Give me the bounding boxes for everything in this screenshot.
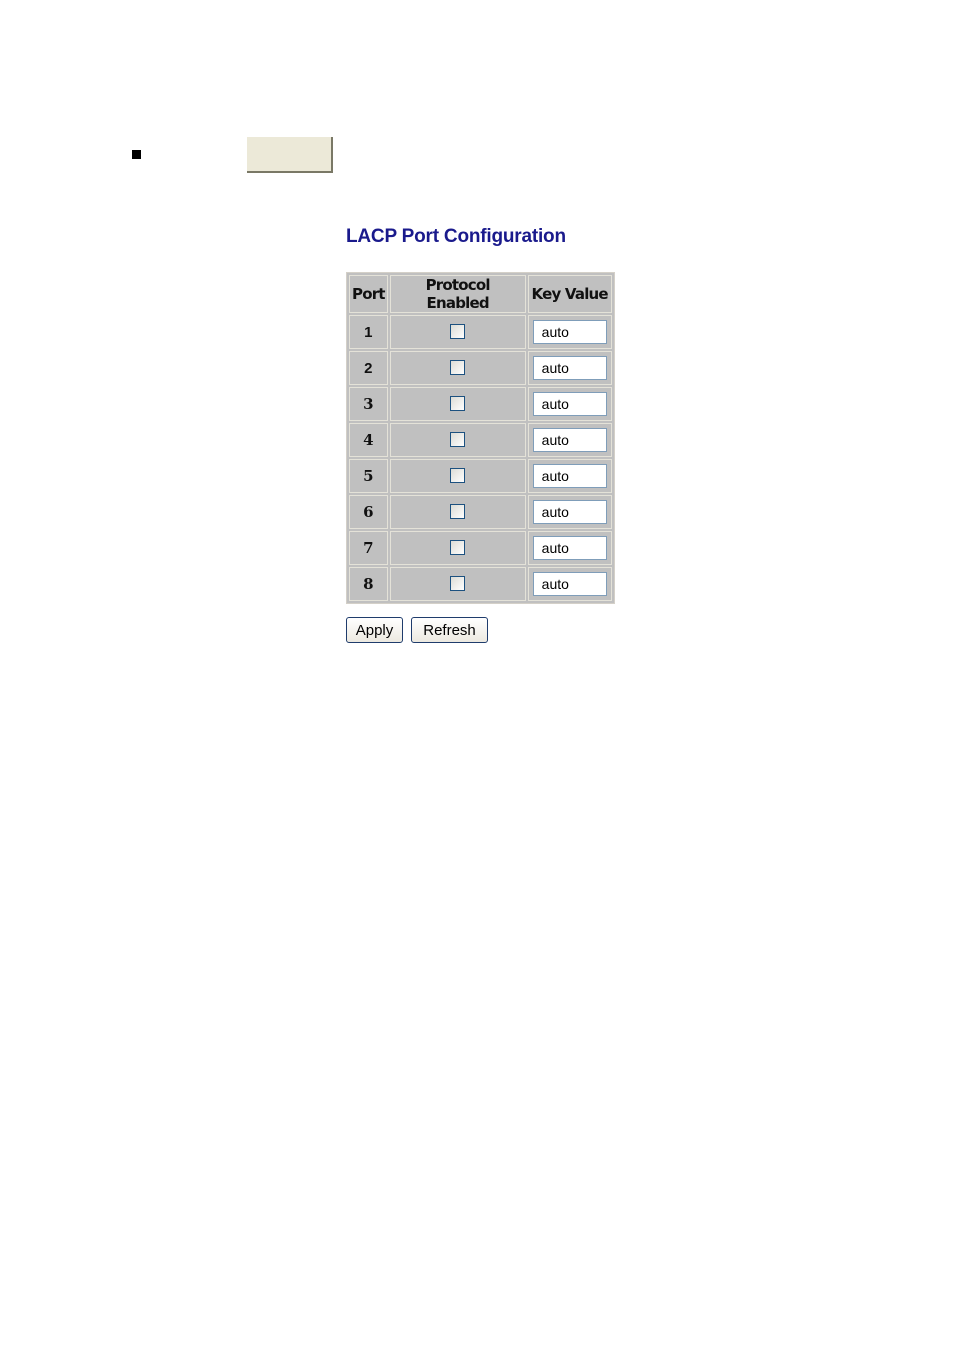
protocol-enabled-cell bbox=[389, 495, 526, 529]
square-bullet-icon bbox=[132, 150, 141, 159]
protocol-enabled-checkbox[interactable] bbox=[450, 324, 466, 340]
protocol-enabled-cell bbox=[389, 567, 526, 601]
table-row: 3 bbox=[349, 387, 612, 421]
port-number: 4 bbox=[349, 423, 388, 457]
protocol-enabled-checkbox[interactable] bbox=[450, 360, 466, 376]
protocol-enabled-cell bbox=[389, 315, 526, 349]
key-value-input[interactable] bbox=[532, 428, 607, 452]
protocol-enabled-checkbox[interactable] bbox=[450, 540, 466, 556]
key-value-cell bbox=[527, 423, 612, 457]
key-value-cell bbox=[527, 495, 612, 529]
port-number: 5 bbox=[349, 459, 388, 493]
page-title: LACP Port Configuration bbox=[346, 226, 566, 247]
key-value-input[interactable] bbox=[532, 500, 607, 524]
port-number: 8 bbox=[349, 567, 388, 601]
protocol-enabled-cell bbox=[389, 351, 526, 385]
key-value-cell bbox=[527, 459, 612, 493]
key-value-input[interactable] bbox=[532, 392, 607, 416]
key-value-input[interactable] bbox=[532, 572, 607, 596]
key-value-input[interactable] bbox=[532, 536, 607, 560]
key-value-input[interactable] bbox=[532, 320, 607, 344]
key-value-cell bbox=[527, 531, 612, 565]
header-key-value: Key Value bbox=[527, 275, 612, 313]
port-number: 7 bbox=[349, 531, 388, 565]
port-number: 3 bbox=[349, 387, 388, 421]
key-value-input[interactable] bbox=[532, 356, 607, 380]
table-row: 8 bbox=[349, 567, 612, 601]
header-protocol-enabled: Protocol Enabled bbox=[389, 275, 526, 313]
table-row: 1 bbox=[349, 315, 612, 349]
header-port: Port bbox=[349, 275, 388, 313]
table-header-row: Port Protocol Enabled Key Value bbox=[349, 275, 612, 313]
table-row: 2 bbox=[349, 351, 612, 385]
table-row: 7 bbox=[349, 531, 612, 565]
table-row: 6 bbox=[349, 495, 612, 529]
port-number: 6 bbox=[349, 495, 388, 529]
apply-button[interactable]: Apply bbox=[346, 617, 403, 643]
lacp-port-table: Port Protocol Enabled Key Value 12345678 bbox=[346, 272, 615, 604]
table-row: 4 bbox=[349, 423, 612, 457]
protocol-enabled-checkbox[interactable] bbox=[450, 468, 466, 484]
blank-button[interactable] bbox=[247, 137, 333, 173]
protocol-enabled-checkbox[interactable] bbox=[450, 396, 466, 412]
protocol-enabled-checkbox[interactable] bbox=[450, 576, 466, 592]
key-value-cell bbox=[527, 387, 612, 421]
key-value-cell bbox=[527, 351, 612, 385]
key-value-input[interactable] bbox=[532, 464, 607, 488]
protocol-enabled-cell bbox=[389, 531, 526, 565]
port-number: 1 bbox=[349, 315, 388, 349]
refresh-button[interactable]: Refresh bbox=[411, 617, 488, 643]
key-value-cell bbox=[527, 567, 612, 601]
table-row: 5 bbox=[349, 459, 612, 493]
key-value-cell bbox=[527, 315, 612, 349]
port-number: 2 bbox=[349, 351, 388, 385]
protocol-enabled-checkbox[interactable] bbox=[450, 504, 466, 520]
protocol-enabled-cell bbox=[389, 387, 526, 421]
protocol-enabled-checkbox[interactable] bbox=[450, 432, 466, 448]
protocol-enabled-cell bbox=[389, 459, 526, 493]
protocol-enabled-cell bbox=[389, 423, 526, 457]
